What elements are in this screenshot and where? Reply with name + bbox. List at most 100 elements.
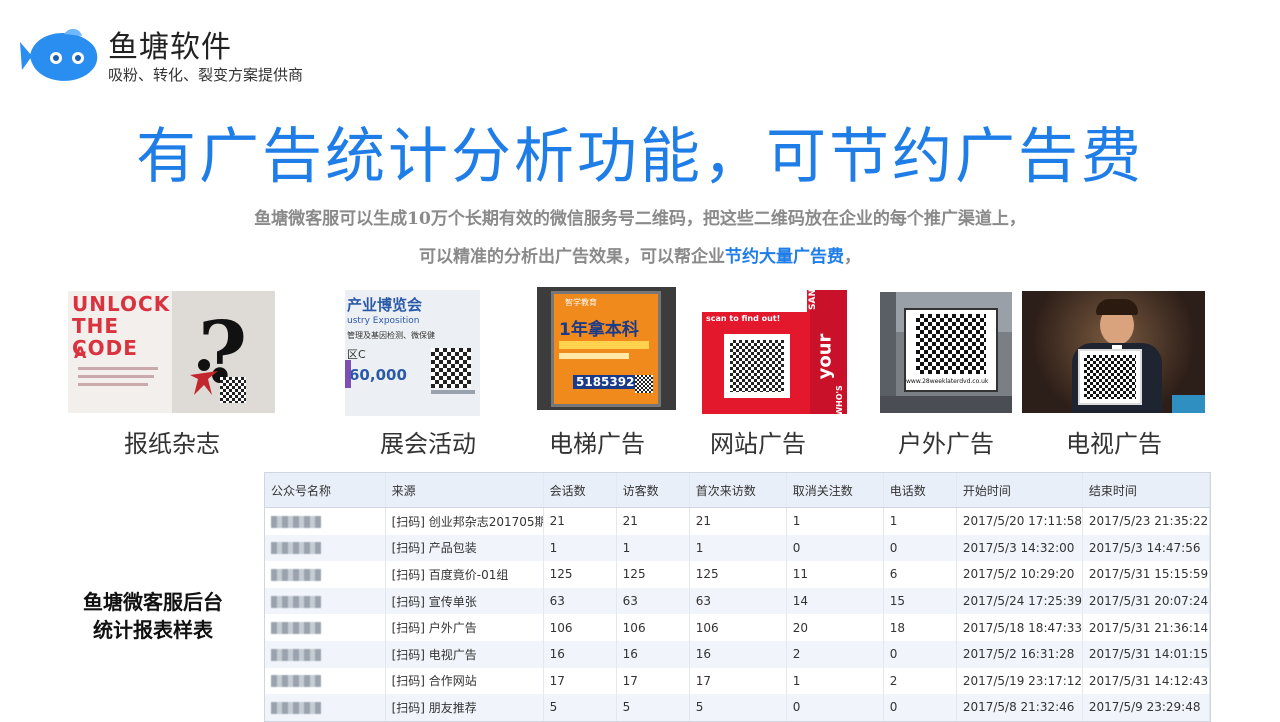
magazine-letter: A [74, 343, 87, 362]
column-header[interactable]: 开始时间 [956, 473, 1083, 508]
table-cell: 16 [543, 640, 617, 668]
table-cell: 63 [689, 587, 787, 615]
table-cell: 1 [543, 534, 617, 562]
table-cell: 17 [543, 667, 617, 695]
table-cell: 11 [786, 561, 884, 588]
table-cell: 1 [616, 534, 690, 562]
table-cell: 2017/5/9 23:29:48 [1082, 694, 1211, 721]
page-headline: 有广告统计分析功能，可节约广告费 [136, 122, 1144, 192]
redacted-account-name [271, 568, 321, 581]
account-name-cell [265, 640, 386, 668]
fish-logo-icon [20, 28, 98, 81]
table-cell: 1 [786, 507, 884, 535]
column-header[interactable]: 公众号名称 [265, 473, 386, 508]
table-cell: 2017/5/31 14:01:15 [1082, 640, 1211, 668]
table-cell: 6 [883, 561, 957, 588]
table-cell: 17 [689, 667, 787, 695]
exhibition-line: ustry Exposition [347, 316, 420, 326]
table-cell: 5 [616, 694, 690, 721]
table-row[interactable]: [扫码] 创业邦杂志201705期 21 21 21 1 1 2017/5/20 17:11… [265, 507, 1211, 535]
redacted-account-name [271, 595, 321, 608]
elevator-headline: 1年拿本科 [559, 320, 639, 340]
table-cell: 2017/5/31 20:07:24 [1082, 587, 1211, 615]
report-caption-line-1: 鱼塘微客服后台 [83, 590, 223, 614]
table-cell: 2017/5/2 10:29:20 [956, 561, 1083, 588]
website-ad-photo: scan to find out! your SANTA! WHO'S [702, 290, 847, 414]
table-cell: [扫码] 宣传单张 [385, 587, 544, 615]
column-header[interactable]: 首次来访数 [689, 473, 787, 508]
table-cell: 21 [689, 507, 787, 535]
redacted-account-name [271, 675, 321, 688]
table-cell: 2017/5/18 18:47:33 [956, 614, 1083, 641]
table-cell: 16 [689, 640, 787, 668]
table-row[interactable]: [扫码] 朋友推荐 5 5 5 0 0 2017/5/8 21:32:46 2017/5/9 … [265, 694, 1211, 721]
tv-show-photo [1022, 291, 1205, 413]
account-name-cell [265, 507, 386, 535]
table-cell: [扫码] 创业邦杂志201705期 [385, 507, 544, 535]
table-cell: 63 [616, 587, 690, 615]
channel-label-exhibition: 展会活动 [380, 430, 476, 458]
stats-report-table: 公众号名称 来源 会话数 访客数 首次来访数 取消关注数 电话数 开始时间 结束时间 [扫码] … [264, 472, 1211, 722]
column-header[interactable]: 来源 [385, 473, 544, 508]
table-cell: 0 [883, 694, 957, 721]
website-ad-side-text-2: SANTA! [808, 290, 818, 310]
channel-label-tv: 电视广告 [1066, 430, 1162, 458]
table-body: [扫码] 创业邦杂志201705期 21 21 21 1 1 2017/5/20 17:11… [265, 507, 1211, 721]
table-cell: 2017/5/31 15:15:59 [1082, 561, 1211, 588]
account-name-cell [265, 614, 386, 641]
column-header[interactable]: 会话数 [543, 473, 617, 508]
table-row[interactable]: [扫码] 户外广告 106 106 106 20 18 2017/5/18 18:47:33… [265, 614, 1211, 641]
account-name-cell [265, 587, 386, 615]
account-name-cell [265, 694, 386, 721]
table-cell: 106 [543, 614, 617, 641]
column-header[interactable]: 访客数 [616, 473, 690, 508]
description-line-2: 可以精准的分析出广告效果，可以帮企业节约大量广告费， [0, 242, 1280, 267]
table-cell: 17 [616, 667, 690, 695]
table-cell: 2017/5/3 14:32:00 [956, 534, 1083, 562]
website-ad-headline: scan to find out! [706, 314, 781, 323]
table-row[interactable]: [扫码] 宣传单张 63 63 63 14 15 2017/5/24 17:25:39 201… [265, 587, 1211, 615]
table-cell: 21 [616, 507, 690, 535]
table-cell: 0 [786, 534, 884, 562]
brand-tagline: 吸粉、转化、裂变方案提供商 [108, 66, 304, 84]
table-cell: [扫码] 产品包装 [385, 534, 544, 562]
channel-label-newspaper: 报纸杂志 [124, 430, 220, 458]
table-cell: 125 [543, 561, 617, 588]
magazine-headline: UNLOCK THE CODE [72, 292, 171, 360]
table-row[interactable]: [扫码] 电视广告 16 16 16 2 0 2017/5/2 16:31:28 2017/5… [265, 640, 1211, 668]
table-cell: 2017/5/23 21:35:22 [1082, 507, 1211, 535]
table-row[interactable]: [扫码] 合作网站 17 17 17 1 2 2017/5/19 23:17:12 2017/… [265, 667, 1211, 695]
table-cell: 5 [543, 694, 617, 721]
table-cell: 16 [616, 640, 690, 668]
column-header[interactable]: 结束时间 [1082, 473, 1211, 508]
table-cell: [扫码] 朋友推荐 [385, 694, 544, 721]
table-cell: 15 [883, 587, 957, 615]
table-cell: 0 [883, 640, 957, 668]
description-highlight: 节约大量广告费 [725, 247, 844, 267]
elevator-logo-text: 智学教育 [565, 298, 597, 307]
column-header[interactable]: 取消关注数 [786, 473, 884, 508]
table-cell: 2017/5/24 17:25:39 [956, 587, 1083, 615]
redacted-account-name [271, 701, 321, 714]
table-row[interactable]: [扫码] 百度竟价-01组 125 125 125 11 6 2017/5/2 10:29:… [265, 561, 1211, 588]
description-punct: ， [844, 247, 861, 267]
table-cell: [扫码] 合作网站 [385, 667, 544, 695]
report-caption-line-2: 统计报表样表 [93, 618, 213, 642]
redacted-account-name [271, 622, 321, 635]
channel-label-elevator: 电梯广告 [549, 430, 645, 458]
website-ad-side-text-3: WHO'S [834, 385, 844, 414]
table-cell: 2017/5/2 16:31:28 [956, 640, 1083, 668]
column-header[interactable]: 电话数 [883, 473, 957, 508]
table-row[interactable]: [扫码] 产品包装 1 1 1 0 0 2017/5/3 14:32:00 2017/5/3 … [265, 534, 1211, 562]
table-cell: [扫码] 百度竟价-01组 [385, 561, 544, 588]
magazine-photo: UNLOCK THE CODE A ? [68, 291, 275, 413]
redacted-account-name [271, 648, 321, 661]
table-cell: 1 [786, 667, 884, 695]
redacted-account-name [271, 515, 321, 528]
report-sample-caption: 鱼塘微客服后台 统计报表样表 [58, 588, 248, 644]
table-cell: 2017/5/19 23:17:12 [956, 667, 1083, 695]
table-cell: [扫码] 电视广告 [385, 640, 544, 668]
table-cell: 20 [786, 614, 884, 641]
table-header-row: 公众号名称 来源 会话数 访客数 首次来访数 取消关注数 电话数 开始时间 结束时间 [265, 473, 1211, 508]
exhibition-number: 60,000 [349, 366, 407, 384]
